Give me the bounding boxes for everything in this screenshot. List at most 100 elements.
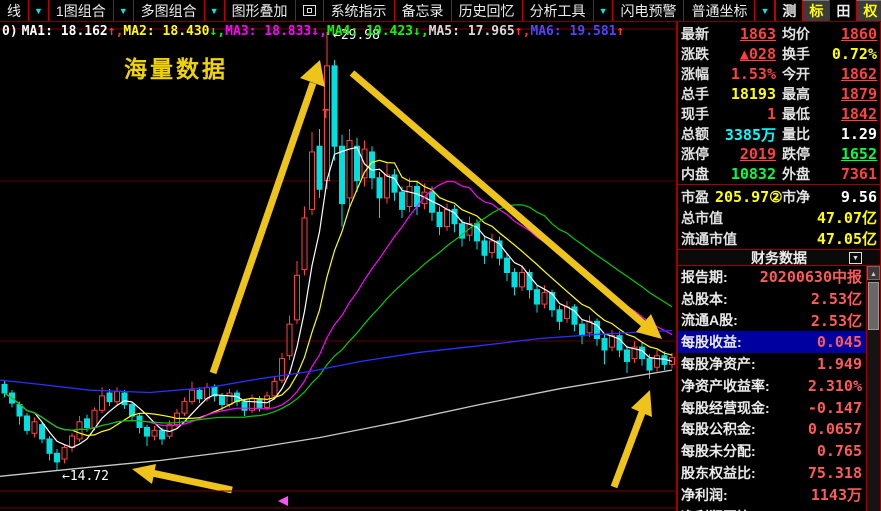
finance-row[interactable]: 股东权益比: 75.318 [678, 462, 880, 484]
finance-label: 净资产收益率: [681, 377, 770, 394]
candle-body [106, 392, 113, 403]
tool-rights[interactable]: 权 [856, 0, 881, 21]
candle-body [481, 240, 488, 256]
tool-grid[interactable]: 田 [829, 0, 856, 21]
candle [286, 315, 293, 361]
quote-row: 现手 1 最低 1842 [678, 104, 880, 124]
candle-body [564, 306, 570, 319]
quote-value: 1863 [739, 25, 776, 43]
candle-body [624, 349, 630, 362]
arrow-up-to-peak-shaft [209, 81, 317, 375]
quote-row: 总额 3385万 量比 1.29 [678, 124, 880, 144]
finance-row[interactable]: 每股经营现金: -0.147 [678, 397, 880, 419]
menu-item-normal-coordinates[interactable]: 普通坐标 [684, 0, 756, 21]
quote-label: 跌停 [782, 146, 810, 162]
finance-row[interactable]: 净利润: 1143万 [678, 484, 880, 506]
quote-row: 最新 1863 均价 1860 [678, 24, 880, 44]
scrollbar-up-icon[interactable]: ▲ [867, 266, 880, 280]
tool-mark[interactable]: 标 [802, 0, 830, 21]
menu-item-1-chart-combo[interactable]: 1图组合 [49, 0, 114, 21]
finance-row[interactable]: 每股净资产: 1.949 [678, 353, 880, 375]
finance-section-header: 财务数据 ▼ [678, 249, 880, 266]
low-price-label: ←14.72 [62, 469, 109, 484]
finance-label: 股东权益比: [681, 465, 756, 482]
candle-body [301, 217, 308, 271]
menu-item-overlay[interactable]: 图形叠加 [225, 0, 296, 21]
dropdown-line-icon[interactable]: ▼ [29, 0, 49, 21]
menu-item-line[interactable]: 线 [0, 0, 29, 21]
candle [616, 331, 623, 358]
quote-cell: 总手 18193 [678, 84, 779, 104]
menu-item-system-signals[interactable]: 系统指示 [324, 0, 395, 21]
ma-blue-line [0, 329, 673, 394]
menu-item-flash-alert[interactable]: 闪电预警 [613, 0, 685, 21]
menu-item-analysis-tools[interactable]: 分析工具 [523, 0, 594, 21]
finance-row[interactable]: 每股未分配: 0.765 [678, 440, 880, 462]
finance-value: -0.147 [807, 398, 862, 417]
finance-label: 总股本: [681, 290, 728, 307]
candle [594, 318, 600, 346]
finance-row[interactable]: 每股收益: 0.045 [678, 331, 880, 354]
dropdown-analysis-tools-icon[interactable]: ▼ [594, 0, 614, 21]
candle-body [654, 355, 660, 368]
finance-value: 20200630中报 [759, 268, 862, 287]
dropdown-multi-chart-combo-icon[interactable]: ▼ [205, 0, 225, 21]
menu-item-multi-chart-combo[interactable]: 多图组合 [134, 0, 205, 21]
candle-body [181, 401, 188, 414]
candle [279, 352, 285, 384]
candle [136, 413, 143, 434]
candle-body [309, 151, 315, 210]
kline-chart[interactable]: 海量数据T←29.98←14.72 [0, 0, 675, 511]
quote-cell: 最新 1863 [678, 24, 779, 44]
finance-scrollbar[interactable]: ▲ [866, 266, 880, 511]
quote-value: 1842 [840, 105, 877, 123]
candle-body [61, 447, 68, 460]
quote-cell: 最低 1842 [779, 104, 880, 124]
candle-body [114, 391, 120, 403]
pe-row: 市盈 205.97② 市净 9.56 [678, 186, 880, 207]
quote-label: 量比 [782, 126, 810, 142]
candle [129, 401, 135, 421]
candle [144, 424, 150, 447]
finance-row[interactable]: 每股公积金: 0.0657 [678, 419, 880, 441]
finance-row[interactable]: 报告期: 20200630中报 [678, 266, 880, 288]
finance-row[interactable]: 净利润同比:-39.576 [678, 506, 880, 511]
quote-rows: 最新 1863 均价 1860 涨跌 ▲028 换手 0.72% 涨幅 1.53% 今开 1862 总手… [678, 22, 880, 184]
quote-cell: 涨幅 1.53% [678, 64, 779, 84]
candle-body [39, 424, 45, 440]
quote-value: 1879 [840, 85, 877, 103]
finance-row[interactable]: 总股本: 2.53亿 [678, 288, 880, 310]
dropdown-1-chart-combo-icon[interactable]: ▼ [114, 0, 134, 21]
quote-cell: 均价 1860 [779, 24, 880, 44]
menu-item-memo[interactable]: 备忘录 [395, 0, 452, 21]
candle [61, 444, 68, 464]
dropdown-coordinates-icon[interactable]: ▼ [755, 0, 776, 21]
tool-measure[interactable]: 测 [775, 0, 802, 21]
quote-label: 内盘 [681, 166, 709, 182]
finance-section-dropdown-icon[interactable]: ▼ [849, 252, 862, 264]
scrollbar-thumb[interactable] [868, 282, 879, 330]
quote-panel: 最新 1863 均价 1860 涨跌 ▲028 换手 0.72% 涨幅 1.53% 今开 1862 总手… [676, 22, 881, 511]
finance-row[interactable]: 流通A股: 2.53亿 [678, 310, 880, 332]
quote-label: 换手 [782, 46, 810, 62]
ma-readout-bar: 0) MA1: 18.162 ↑, MA2: 18.430 ↓, MA3: 18.83… [0, 23, 672, 39]
pane-left-triangle-icon[interactable] [278, 496, 288, 506]
candle [249, 394, 255, 414]
candle-body [69, 435, 75, 449]
candle-body [1, 383, 8, 394]
pb-value: 9.56 [840, 187, 877, 206]
candle-body [294, 274, 300, 321]
candle-body [196, 389, 203, 400]
candle [54, 449, 60, 470]
market-cap-cell: 流通市值 47.05亿 [678, 228, 880, 249]
overlay-picture-icon[interactable] [296, 0, 324, 21]
candle-body [316, 145, 323, 190]
candle-body [241, 401, 248, 411]
menu-item-history-review[interactable]: 历史回忆 [452, 0, 523, 21]
finance-value: 0.765 [816, 442, 862, 461]
finance-row[interactable]: 净资产收益率: 2.310% [678, 375, 880, 397]
candle [331, 60, 338, 161]
candle-body [24, 415, 30, 431]
market-cap-row: 总市值 47.07亿 [678, 207, 880, 228]
candle-body [219, 395, 225, 406]
